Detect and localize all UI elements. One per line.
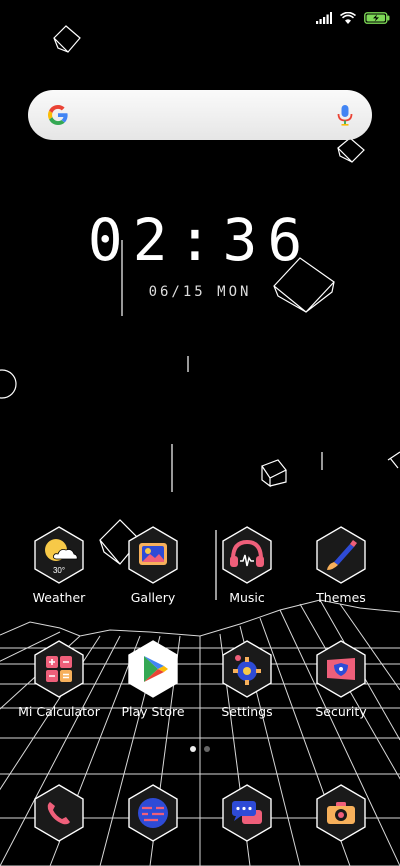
app-label-music: Music <box>229 590 265 605</box>
dock-browser[interactable] <box>107 782 199 844</box>
google-search-bar[interactable] <box>28 90 372 140</box>
app-weather[interactable]: 30° Weather <box>13 524 105 605</box>
browser-icon <box>128 784 178 842</box>
app-music[interactable]: Music <box>201 524 293 605</box>
mic-icon[interactable] <box>336 103 354 127</box>
music-headphones-icon <box>222 526 272 584</box>
dock-phone[interactable] <box>13 782 105 844</box>
gallery-icon <box>128 526 178 584</box>
status-bar <box>316 6 390 30</box>
app-label-themes: Themes <box>316 590 366 605</box>
signal-icon <box>316 12 332 24</box>
themes-brush-icon <box>316 526 366 584</box>
app-label-security: Security <box>315 704 367 719</box>
wifi-icon <box>340 12 356 24</box>
app-label-settings: Settings <box>221 704 273 719</box>
phone-icon <box>34 784 84 842</box>
app-label-mi-calculator: Mi Calculator <box>18 704 100 719</box>
app-security[interactable]: Security <box>295 638 387 719</box>
app-label-weather: Weather <box>32 590 86 605</box>
play-store-icon <box>128 640 178 698</box>
security-shield-icon <box>316 640 366 698</box>
battery-charging-icon <box>364 12 390 24</box>
dock-camera[interactable] <box>295 782 387 844</box>
weather-icon: 30° <box>34 526 84 584</box>
page-dot-active[interactable] <box>190 746 196 752</box>
messages-icon <box>222 784 272 842</box>
page-indicator <box>0 746 400 752</box>
weather-temp-badge: 30° <box>53 566 65 575</box>
app-mi-calculator[interactable]: Mi Calculator <box>13 638 105 719</box>
app-settings[interactable]: Settings <box>201 638 293 719</box>
dock-messages[interactable] <box>201 782 293 844</box>
calculator-icon <box>34 640 84 698</box>
settings-gear-icon <box>222 640 272 698</box>
app-label-gallery: Gallery <box>130 590 176 605</box>
app-themes[interactable]: Themes <box>295 524 387 605</box>
app-gallery[interactable]: Gallery <box>107 524 199 605</box>
camera-icon <box>316 784 366 842</box>
clock-date[interactable]: 06/15 MON <box>0 284 400 300</box>
app-play-store[interactable]: Play Store <box>107 638 199 719</box>
page-dot[interactable] <box>204 746 210 752</box>
google-logo-icon <box>48 105 68 125</box>
clock-time[interactable]: 02:36 <box>0 206 400 274</box>
app-label-play-store: Play Store <box>121 704 185 719</box>
